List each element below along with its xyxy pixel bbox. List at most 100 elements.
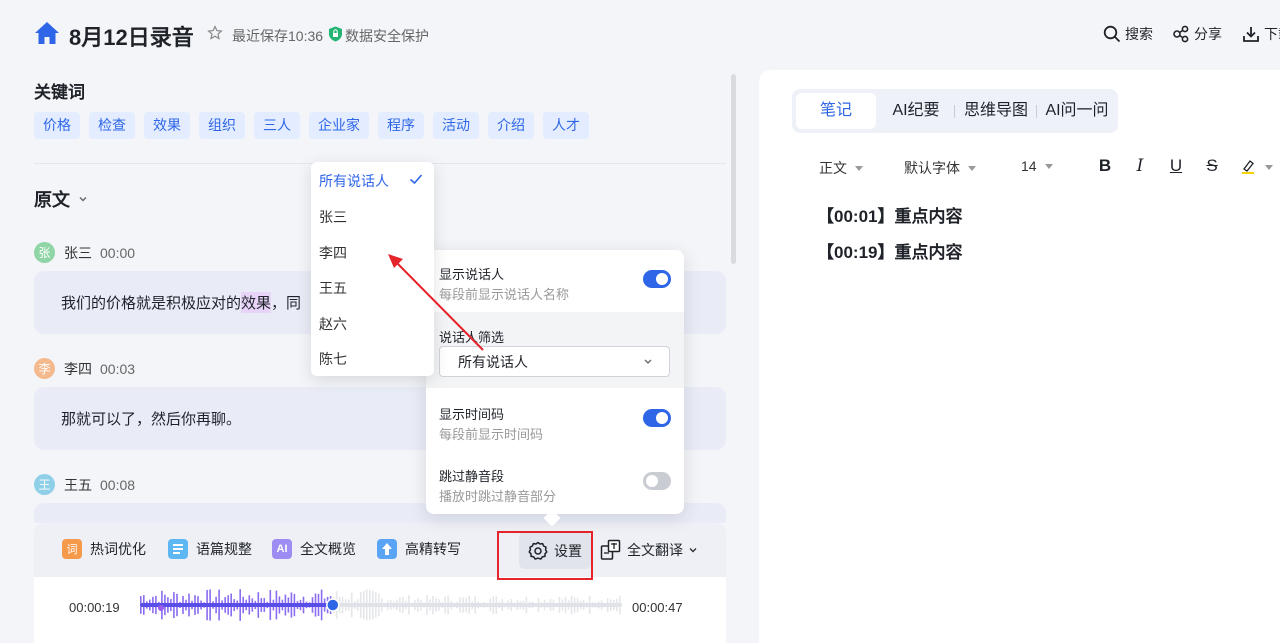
chevron-down-icon <box>689 548 697 553</box>
notes-panel: 笔记 AI纪要 思维导图 AI问一问 正文 默认字体 14 B I U S 【0… <box>759 70 1280 643</box>
font-family-select[interactable]: 默认字体 <box>904 158 976 178</box>
document-title[interactable]: 8月12日录音 <box>69 20 194 52</box>
star-icon[interactable] <box>207 25 223 41</box>
keyword-list: 价格 检查 效果 组织 三人 企业家 程序 活动 介绍 人才 <box>34 112 598 139</box>
marker-dot <box>158 605 164 611</box>
tab-separator <box>1036 105 1037 118</box>
settings-popover: 显示说话人 每段前显示说话人名称 说话人筛选 所有说话人 显示时间码 每段前显示… <box>426 250 684 527</box>
tab-ai-ask[interactable]: AI问一问 <box>1040 93 1114 129</box>
show-timecode-title: 显示时间码 <box>439 407 505 422</box>
save-status: 最近保存10:36 <box>232 28 324 44</box>
tab-mind-map[interactable]: 思维导图 <box>960 93 1032 129</box>
keywords-title: 关键词 <box>34 83 85 102</box>
caret-down-icon[interactable] <box>1265 165 1273 170</box>
font-size-select[interactable]: 14 <box>1021 158 1053 174</box>
paragraph-normalize-button[interactable]: 语篇规整 <box>168 539 252 559</box>
speaker-name[interactable]: 王五 <box>64 475 92 495</box>
full-overview-button[interactable]: AI 全文概览 <box>272 539 356 559</box>
ai-icon: AI <box>272 539 292 559</box>
note-line[interactable]: 【00:19】重点内容 <box>817 238 962 263</box>
skip-silence-desc: 播放时跳过静音部分 <box>439 489 557 504</box>
speaker-option[interactable]: 陈七 <box>319 349 347 369</box>
font-size-value: 14 <box>1021 158 1037 174</box>
segment-text: 我们的价格就是积极应对的 <box>61 295 242 312</box>
keyword-tag[interactable]: 三人 <box>254 112 300 139</box>
keyword-tag[interactable]: 效果 <box>144 112 190 139</box>
paragraph-label: 语篇规整 <box>196 541 252 557</box>
download-label: 下载 <box>1264 26 1280 42</box>
bold-icon[interactable]: B <box>1096 156 1114 176</box>
speaker-option[interactable]: 王五 <box>319 278 347 298</box>
caret-down-icon <box>1044 163 1053 169</box>
translate-icon <box>600 539 621 560</box>
skip-silence-title: 跳过静音段 <box>439 469 505 484</box>
show-speaker-toggle[interactable] <box>643 270 671 288</box>
progress-handle[interactable] <box>326 598 340 612</box>
segment-time[interactable]: 00:08 <box>100 477 135 493</box>
current-time: 00:00:19 <box>69 600 120 615</box>
tab-ai-summary[interactable]: AI纪要 <box>882 93 950 129</box>
keyword-highlight: 效果 <box>241 292 272 313</box>
hotword-label: 热词优化 <box>90 541 146 557</box>
show-speaker-title: 显示说话人 <box>439 267 505 282</box>
keyword-tag[interactable]: 组织 <box>199 112 245 139</box>
paragraph-style-select[interactable]: 正文 <box>819 158 863 178</box>
speaker-filter-value: 所有说话人 <box>458 353 528 370</box>
keyword-tag[interactable]: 活动 <box>433 112 479 139</box>
keyword-tag[interactable]: 程序 <box>378 112 424 139</box>
total-time: 00:00:47 <box>632 600 683 615</box>
strikethrough-icon[interactable]: S <box>1203 156 1221 176</box>
keyword-tag[interactable]: 介绍 <box>488 112 534 139</box>
header: 8月12日录音 最近保存10:36 数据安全保护 搜索 分享 下载 <box>0 0 1280 68</box>
paragraph-icon <box>168 539 188 559</box>
chevron-down-icon <box>644 359 652 364</box>
keyword-tag[interactable]: 价格 <box>34 112 80 139</box>
waveform-slider[interactable] <box>140 587 622 623</box>
speaker-option[interactable]: 所有说话人 <box>319 171 389 191</box>
audio-player: 00:00:19 00:00:47 <box>34 577 726 643</box>
note-line[interactable]: 【00:01】重点内容 <box>817 202 962 227</box>
transcript-title-label: 原文 <box>34 190 70 210</box>
speaker-name[interactable]: 李四 <box>64 359 92 379</box>
hd-transcribe-button[interactable]: 高精转写 <box>377 539 461 559</box>
share-button[interactable]: 分享 <box>1172 24 1222 44</box>
keyword-tag[interactable]: 检查 <box>89 112 135 139</box>
keyword-tag[interactable]: 人才 <box>543 112 589 139</box>
hd-label: 高精转写 <box>405 541 461 557</box>
transcript-title[interactable]: 原文 <box>34 186 88 212</box>
home-icon[interactable] <box>34 21 60 45</box>
share-label: 分享 <box>1194 26 1222 42</box>
segment-text: 那就可以了，然后你再聊。 <box>61 411 242 428</box>
hotword-optimize-button[interactable]: 词 热词优化 <box>62 539 146 559</box>
speaker-option[interactable]: 李四 <box>319 243 347 263</box>
download-button[interactable]: 下载 <box>1242 24 1280 44</box>
transcript-toolbar: 词 热词优化 语篇规整 AI 全文概览 高精转写 设置 全文翻译 <box>34 523 726 577</box>
segment-text-tail: ，同 <box>271 295 302 312</box>
notes-tab-bar: 笔记 AI纪要 思维导图 AI问一问 <box>792 89 1118 133</box>
skip-silence-toggle[interactable] <box>643 472 671 490</box>
shield-icon <box>329 26 342 42</box>
speaker-filter-select[interactable]: 所有说话人 <box>439 346 670 377</box>
highlighter-icon[interactable] <box>1240 158 1256 174</box>
show-timecode-toggle[interactable] <box>643 409 671 427</box>
security-label: 数据安全保护 <box>345 28 429 44</box>
search-button[interactable]: 搜索 <box>1103 24 1153 44</box>
search-label: 搜索 <box>1125 26 1153 42</box>
speaker-option[interactable]: 赵六 <box>319 314 347 334</box>
full-translate-button[interactable]: 全文翻译 <box>600 539 698 561</box>
segment-time[interactable]: 00:03 <box>100 361 135 377</box>
speaker-row: 李 李四 00:03 <box>34 358 135 379</box>
segment-time[interactable]: 00:00 <box>100 245 135 261</box>
font-family-value: 默认字体 <box>904 160 960 176</box>
tab-separator <box>954 105 955 118</box>
keyword-tag[interactable]: 企业家 <box>309 112 369 139</box>
speaker-option[interactable]: 张三 <box>319 207 347 227</box>
progress-fill <box>140 603 333 607</box>
avatar: 张 <box>34 242 55 263</box>
scrollbar[interactable] <box>731 74 736 264</box>
speaker-name[interactable]: 张三 <box>64 243 92 263</box>
chevron-down-icon <box>79 197 87 202</box>
tab-notes[interactable]: 笔记 <box>796 93 876 129</box>
underline-icon[interactable]: U <box>1167 156 1185 176</box>
italic-icon[interactable]: I <box>1131 156 1149 176</box>
